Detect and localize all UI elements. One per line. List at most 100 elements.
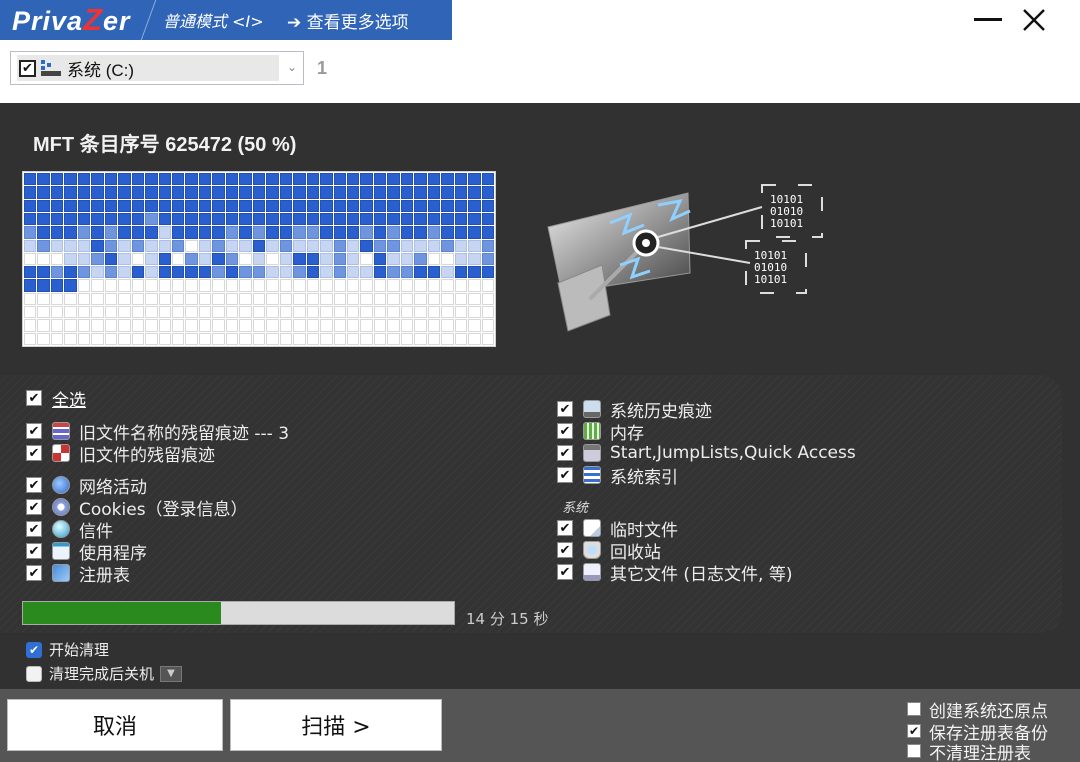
mft-cell bbox=[320, 266, 333, 279]
option-programs[interactable]: ✔ 使用程序 bbox=[26, 540, 147, 564]
mft-cell bbox=[481, 266, 494, 279]
mft-cell bbox=[24, 199, 37, 212]
mft-cell bbox=[441, 252, 454, 266]
drive-checkbox[interactable]: ✔ bbox=[19, 59, 36, 77]
svg-text:10101: 10101 bbox=[754, 273, 787, 286]
shutdown-checkbox[interactable] bbox=[26, 665, 42, 682]
mft-cell bbox=[387, 306, 400, 319]
option-checkbox[interactable]: ✔ bbox=[26, 423, 42, 439]
mft-cell bbox=[427, 252, 441, 266]
cancel-button[interactable]: 取消 bbox=[7, 699, 223, 751]
mft-cell bbox=[400, 332, 414, 345]
option-old-files[interactable]: ✔ 旧文件的残留痕迹 bbox=[26, 442, 215, 466]
minimize-icon[interactable] bbox=[968, 4, 1008, 36]
skip-registry-option[interactable]: 不清理注册表 bbox=[907, 740, 1031, 762]
select-all-label[interactable]: 全选 bbox=[52, 386, 86, 411]
mft-cell bbox=[293, 173, 306, 186]
mft-cell bbox=[77, 186, 91, 199]
option-checkbox[interactable]: ✔ bbox=[557, 401, 573, 417]
select-all-checkbox[interactable]: ✔ bbox=[26, 390, 42, 406]
skip-registry-checkbox[interactable] bbox=[907, 744, 921, 758]
option-checkbox[interactable]: ✔ bbox=[557, 467, 573, 483]
mft-cell bbox=[37, 306, 50, 319]
mft-cell bbox=[468, 186, 481, 199]
mode-toggle[interactable]: 普通模式 <I> bbox=[149, 8, 277, 32]
chevron-down-icon[interactable]: ▼ bbox=[160, 665, 183, 682]
option-checkbox[interactable]: ✔ bbox=[557, 445, 573, 461]
more-options-link[interactable]: ➔ 查看更多选项 bbox=[277, 8, 409, 33]
mft-cell bbox=[50, 186, 64, 199]
mft-cell bbox=[185, 306, 198, 319]
option-checkbox[interactable]: ✔ bbox=[26, 543, 42, 559]
mft-cell bbox=[454, 212, 468, 226]
option-registry[interactable]: ✔ 注册表 bbox=[26, 562, 130, 586]
mft-cell bbox=[212, 266, 225, 279]
option-checkbox[interactable]: ✔ bbox=[557, 423, 573, 439]
option-checkbox[interactable]: ✔ bbox=[557, 542, 573, 558]
scan-button[interactable]: 扫描 > bbox=[230, 699, 442, 751]
registry-backup-checkbox[interactable]: ✔ bbox=[907, 724, 921, 738]
option-recycle-bin[interactable]: ✔ 回收站 bbox=[557, 539, 661, 563]
option-other-files[interactable]: ✔ 其它文件 (日志文件, 等) bbox=[557, 561, 792, 585]
close-icon[interactable] bbox=[1014, 4, 1054, 36]
option-cookies[interactable]: ✔ Cookies（登录信息） bbox=[26, 496, 248, 520]
mft-cell bbox=[145, 266, 158, 279]
mft-cell bbox=[454, 173, 468, 186]
option-checkbox[interactable]: ✔ bbox=[26, 565, 42, 581]
mft-cell bbox=[24, 332, 37, 345]
option-checkbox[interactable]: ✔ bbox=[26, 499, 42, 515]
mft-cell bbox=[373, 332, 387, 345]
mft-cell bbox=[131, 226, 145, 239]
option-mail[interactable]: ✔ 信件 bbox=[26, 518, 113, 542]
mft-cell bbox=[266, 226, 279, 239]
mft-cell bbox=[360, 226, 373, 239]
mft-cell bbox=[387, 199, 400, 212]
restore-point-checkbox[interactable] bbox=[907, 702, 921, 716]
option-old-filenames[interactable]: ✔ 旧文件名称的残留痕迹 --- 3 bbox=[26, 420, 289, 444]
program-icon bbox=[52, 542, 70, 560]
mft-cell bbox=[481, 252, 494, 266]
mft-cell bbox=[131, 319, 145, 332]
mft-cell bbox=[427, 239, 441, 252]
restore-point-option[interactable]: 创建系统还原点 bbox=[907, 698, 1048, 722]
chevron-down-icon[interactable]: ⌄ bbox=[287, 60, 297, 74]
mft-cell bbox=[225, 239, 239, 252]
option-jumplists[interactable]: ✔ Start,JumpLists,Quick Access bbox=[557, 442, 856, 464]
drive-selector[interactable]: ✔ 系统 (C:) ⌄ bbox=[10, 51, 304, 85]
mft-cell bbox=[266, 239, 279, 252]
mft-cell bbox=[185, 239, 198, 252]
mft-cell bbox=[252, 212, 266, 226]
start-clean-option[interactable]: ✔ 开始清理 bbox=[26, 639, 109, 660]
mft-cell bbox=[468, 319, 481, 332]
mft-cell bbox=[441, 279, 454, 292]
option-system-history[interactable]: ✔ 系统历史痕迹 bbox=[557, 398, 712, 422]
index-icon bbox=[583, 466, 601, 484]
mft-cell bbox=[158, 319, 172, 332]
option-label: 内存 bbox=[610, 423, 644, 444]
mft-cell bbox=[118, 332, 131, 345]
option-checkbox[interactable]: ✔ bbox=[557, 564, 573, 580]
start-clean-checkbox[interactable]: ✔ bbox=[26, 641, 42, 658]
file-icon bbox=[583, 519, 601, 537]
option-checkbox[interactable]: ✔ bbox=[26, 521, 42, 537]
mft-cell bbox=[346, 173, 360, 186]
option-temp-files[interactable]: ✔ 临时文件 bbox=[557, 517, 678, 541]
option-checkbox[interactable]: ✔ bbox=[557, 520, 573, 536]
option-memory[interactable]: ✔ 内存 bbox=[557, 420, 644, 444]
option-checkbox[interactable]: ✔ bbox=[26, 477, 42, 493]
mft-cell bbox=[346, 332, 360, 345]
mft-cell bbox=[454, 226, 468, 239]
mft-cell bbox=[37, 173, 50, 186]
mft-cell bbox=[91, 239, 104, 252]
mft-cell bbox=[118, 173, 131, 186]
shutdown-option[interactable]: 清理完成后关机 ▼ bbox=[26, 663, 183, 684]
mft-cell bbox=[414, 173, 427, 186]
option-checkbox[interactable]: ✔ bbox=[26, 445, 42, 461]
mft-cell bbox=[158, 186, 172, 199]
list-icon bbox=[52, 422, 70, 440]
option-system-index[interactable]: ✔ 系统索引 bbox=[557, 464, 678, 488]
select-all[interactable]: ✔ 全选 bbox=[26, 386, 86, 411]
mft-cell bbox=[427, 173, 441, 186]
scan-illustration-icon: 10101 01010 10101 10101 01010 10101 bbox=[547, 184, 823, 332]
option-network[interactable]: ✔ 网络活动 bbox=[26, 474, 147, 498]
